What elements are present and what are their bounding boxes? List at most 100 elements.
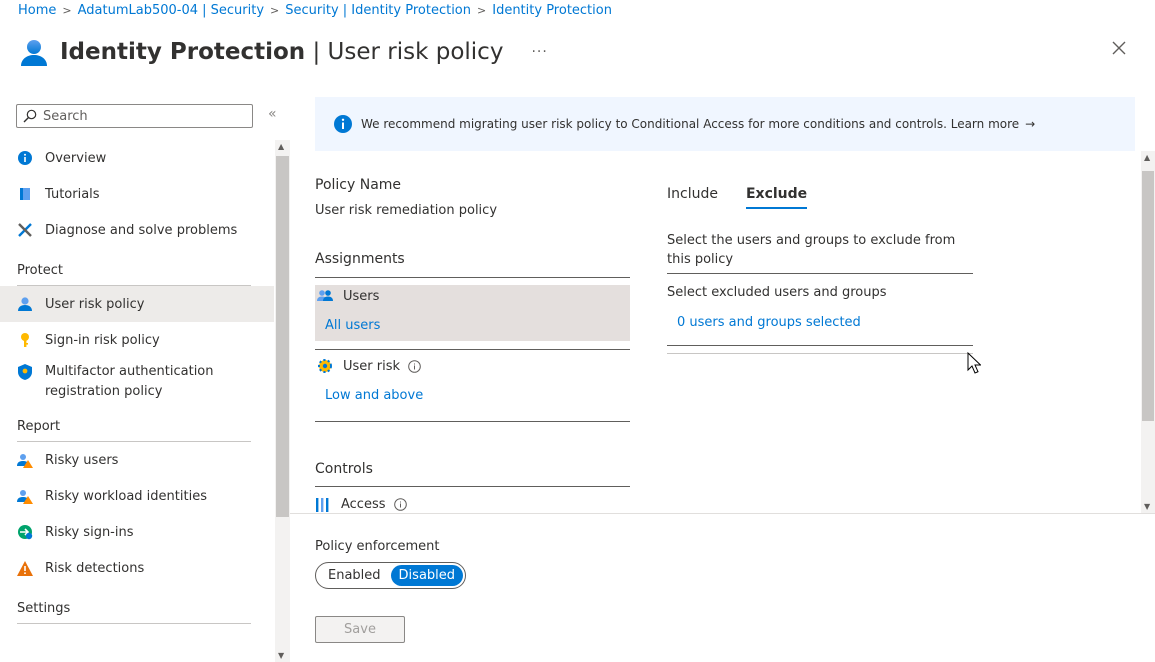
user-risk-value-link[interactable]: Low and above <box>325 388 423 403</box>
policy-enforcement-label: Policy enforcement <box>315 539 440 554</box>
breadcrumb-tenant-security[interactable]: AdatumLab500-04 | Security <box>78 3 264 18</box>
save-button[interactable]: Save <box>315 616 405 643</box>
scroll-down-icon[interactable]: ▼ <box>278 651 284 660</box>
sidebar-item-risky-users[interactable]: Risky users <box>0 442 274 478</box>
sidebar-item-label: Multifactor authentication registration … <box>45 364 214 399</box>
excluded-users-label: Select excluded users and groups <box>667 285 887 300</box>
sidebar-item-label: Risky workload identities <box>45 488 207 504</box>
warning-icon <box>17 560 33 576</box>
wrench-icon <box>17 222 33 238</box>
sidebar-item-label: Risky sign-ins <box>45 524 134 540</box>
sidebar-item-overview[interactable]: Overview <box>0 140 274 176</box>
policy-name-value: User risk remediation policy <box>315 203 498 218</box>
info-icon <box>334 115 352 133</box>
arrow-right-icon[interactable]: → <box>1025 117 1035 131</box>
info-circle-icon[interactable] <box>393 498 407 511</box>
breadcrumb-identity-protection[interactable]: Identity Protection <box>492 3 612 18</box>
user-risk-title: User risk <box>343 358 401 374</box>
enforcement-disabled-option[interactable]: Disabled <box>390 565 464 586</box>
sidebar-item-label: User risk policy <box>45 296 145 312</box>
divider <box>667 273 973 274</box>
divider <box>290 513 1155 514</box>
access-title: Access <box>341 497 386 512</box>
info-banner[interactable]: We recommend migrating user risk policy … <box>315 97 1135 151</box>
sidebar-item-tutorials[interactable]: Tutorials <box>0 176 274 212</box>
sidebar-item-diagnose[interactable]: Diagnose and solve problems <box>0 212 274 248</box>
collapse-sidebar-button[interactable]: « <box>268 106 277 122</box>
search-icon <box>23 109 37 123</box>
breadcrumb-home[interactable]: Home <box>18 3 56 18</box>
shield-icon <box>17 364 33 380</box>
sidebar-item-risky-workload-identities[interactable]: Risky workload identities <box>0 478 274 514</box>
page-title-sub: | User risk policy <box>305 39 504 65</box>
book-icon <box>17 186 33 202</box>
sidebar-item-mfa-registration-policy[interactable]: Multifactor authentication registration … <box>0 358 274 404</box>
sidebar: « Overview Tutorials Diagnose and solve … <box>0 96 290 662</box>
key-icon <box>17 332 33 348</box>
breadcrumb-security-identity-protection[interactable]: Security | Identity Protection <box>285 3 471 18</box>
search-box[interactable] <box>16 104 253 128</box>
assignments-heading: Assignments <box>315 251 405 267</box>
page-header: Identity Protection | User risk policy ·… <box>18 32 548 72</box>
scroll-down-icon[interactable]: ▼ <box>1144 502 1150 511</box>
section-report: Report <box>0 404 274 442</box>
access-icon <box>316 497 329 512</box>
sidebar-item-risk-detections[interactable]: Risk detections <box>0 550 274 586</box>
tab-exclude[interactable]: Exclude <box>745 186 808 209</box>
divider <box>315 486 630 487</box>
sidebar-item-label: Overview <box>45 150 107 166</box>
close-icon[interactable] <box>1109 38 1129 58</box>
info-icon <box>17 150 33 166</box>
sidebar-item-label: Risky users <box>45 452 119 468</box>
include-exclude-tabs: Include Exclude <box>667 186 835 209</box>
sidebar-nav: Overview Tutorials Diagnose and solve pr… <box>0 140 274 624</box>
scroll-up-icon[interactable]: ▲ <box>1144 153 1150 162</box>
mouse-cursor-icon <box>967 352 981 374</box>
more-options-button[interactable]: ··· <box>531 44 547 60</box>
enforcement-enabled-option[interactable]: Enabled <box>318 565 391 586</box>
users-icon <box>317 288 333 304</box>
sidebar-item-label: Sign-in risk policy <box>45 332 160 348</box>
exclude-description: Select the users and groups to exclude f… <box>667 233 956 267</box>
banner-text: We recommend migrating user risk policy … <box>361 117 1020 131</box>
sidebar-item-label: Risk detections <box>45 560 145 576</box>
sidebar-item-label: Diagnose and solve problems <box>45 222 238 238</box>
section-settings: Settings <box>0 586 274 624</box>
sidebar-item-user-risk-policy[interactable]: User risk policy <box>0 286 274 322</box>
excluded-users-link[interactable]: 0 users and groups selected <box>677 315 861 330</box>
users-assignment[interactable]: Users All users <box>315 285 630 341</box>
scrollbar-thumb[interactable] <box>1142 171 1154 421</box>
sidebar-item-risky-sign-ins[interactable]: Risky sign-ins <box>0 514 274 550</box>
main-scrollbar[interactable]: ▲ ▼ <box>1141 151 1155 513</box>
divider <box>315 277 630 278</box>
breadcrumb: Home > AdatumLab500-04 | Security > Security… <box>18 3 612 18</box>
user-icon <box>17 296 33 312</box>
policy-name-label: Policy Name <box>315 177 402 193</box>
users-warning-icon <box>17 452 33 468</box>
search-input[interactable] <box>43 108 233 124</box>
breadcrumb-separator: > <box>477 4 487 17</box>
divider <box>315 421 630 422</box>
user-icon <box>21 40 47 66</box>
page-title-main: Identity Protection <box>60 39 306 65</box>
section-protect: Protect <box>0 248 274 286</box>
sidebar-item-label: Tutorials <box>45 186 100 202</box>
sidebar-item-sign-in-risk-policy[interactable]: Sign-in risk policy <box>0 322 274 358</box>
sidebar-scrollbar[interactable]: ▲ ▼ <box>275 140 290 662</box>
users-value-link[interactable]: All users <box>325 318 380 333</box>
breadcrumb-separator: > <box>62 4 72 17</box>
users-warning-icon <box>17 488 33 504</box>
signin-icon <box>17 524 33 540</box>
policy-enforcement-toggle[interactable]: Enabled Disabled <box>315 562 467 589</box>
info-circle-icon[interactable] <box>408 359 421 373</box>
divider <box>315 349 630 350</box>
scrollbar-thumb[interactable] <box>276 156 289 517</box>
divider <box>667 345 973 346</box>
user-risk-assignment[interactable]: User risk Low and above <box>315 355 630 415</box>
access-control[interactable]: Access <box>315 497 407 512</box>
users-title: Users <box>343 288 380 304</box>
breadcrumb-separator: > <box>270 4 280 17</box>
scroll-up-icon[interactable]: ▲ <box>278 142 284 151</box>
controls-heading: Controls <box>315 461 373 477</box>
tab-include[interactable]: Include <box>667 186 718 209</box>
